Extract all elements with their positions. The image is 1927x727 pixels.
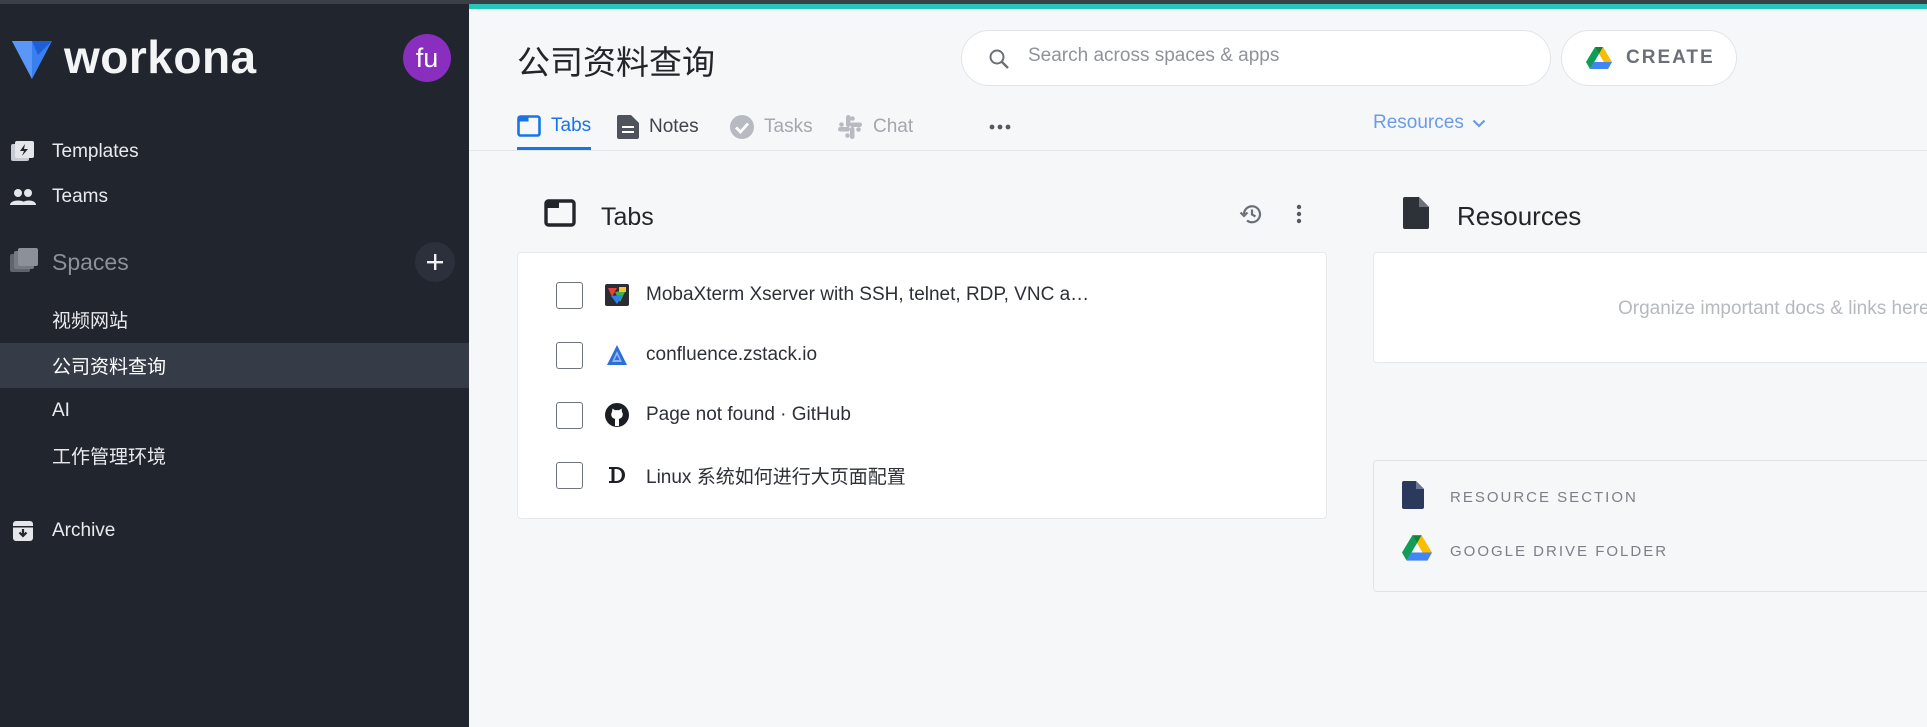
resources-dropdown-label: Resources — [1373, 112, 1464, 133]
sidebar-item-label: Templates — [52, 140, 139, 162]
tab-row[interactable]: Linux 系统如何进行大页面配置 — [518, 445, 1328, 505]
tab-tasks[interactable]: Tasks — [730, 104, 813, 150]
tab-title: MobaXterm Xserver with SSH, telnet, RDP,… — [646, 284, 1090, 305]
space-item[interactable]: 视频网站 — [0, 297, 469, 342]
document-icon — [1402, 480, 1424, 514]
space-item-active[interactable]: 公司资料查询 — [0, 343, 469, 388]
space-item-label: 公司资料查询 — [52, 357, 167, 378]
divider — [469, 150, 1927, 151]
plus-icon — [427, 254, 443, 270]
spaces-stack-icon — [10, 248, 38, 279]
d-letter-icon — [605, 463, 629, 487]
sidebar: workona fu Templates Teams Spaces 视频网站 公… — [0, 4, 469, 727]
add-space-button[interactable] — [415, 242, 455, 282]
more-vertical-icon — [1296, 204, 1302, 224]
spaces-label: Spaces — [52, 248, 129, 275]
resources-empty-text: Organize important docs & links here — [1618, 298, 1927, 319]
more-tabs-button[interactable] — [989, 104, 1011, 150]
view-tabs: Tabs Notes Tasks Chat — [517, 104, 1011, 150]
github-icon — [605, 403, 629, 427]
note-document-icon — [617, 115, 639, 139]
tab-checkbox[interactable] — [556, 461, 583, 489]
brand-name: workona — [64, 31, 257, 83]
sidebar-item-label: Archive — [52, 519, 116, 541]
page-title: 公司资料查询 — [517, 44, 715, 81]
tabs-list: MobaXterm Xserver with SSH, telnet, RDP,… — [517, 252, 1327, 519]
brand[interactable]: workona — [8, 30, 257, 84]
accent-bar — [469, 4, 1927, 9]
google-drive-icon — [1402, 535, 1432, 567]
tab-checkbox[interactable] — [556, 341, 583, 369]
mobaxterm-icon — [605, 283, 629, 307]
add-option-label: RESOURCE SECTION — [1450, 488, 1638, 506]
space-item-label: 视频网站 — [52, 311, 129, 332]
resources-empty-card: Organize important docs & links here — [1373, 252, 1927, 363]
people-icon — [10, 184, 36, 210]
resources-add-options: RESOURCE SECTION GOOGLE DRIVE FOLDER — [1373, 460, 1927, 592]
sidebar-item-label: Teams — [52, 185, 108, 207]
space-item-label: 工作管理环境 — [52, 447, 167, 468]
slack-icon — [837, 114, 863, 140]
tab-row[interactable]: MobaXterm Xserver with SSH, telnet, RDP,… — [518, 265, 1328, 325]
tab-checkbox[interactable] — [556, 401, 583, 429]
checkmark-circle-icon — [730, 115, 754, 139]
tabs-panel-title: Tabs — [601, 203, 654, 231]
create-label: CREATE — [1626, 47, 1715, 68]
space-item[interactable]: AI — [0, 388, 469, 433]
document-icon — [1403, 197, 1429, 234]
tab-title: confluence.zstack.io — [646, 344, 818, 365]
google-drive-icon — [1586, 47, 1612, 75]
add-option-label: GOOGLE DRIVE FOLDER — [1450, 542, 1669, 560]
space-item-label: AI — [52, 399, 70, 421]
browser-window-icon — [544, 199, 576, 227]
sidebar-item-templates[interactable]: Templates — [0, 129, 469, 174]
add-google-drive-folder-button[interactable]: GOOGLE DRIVE FOLDER — [1374, 531, 1927, 571]
tab-chat[interactable]: Chat — [837, 104, 913, 150]
tab-row[interactable]: Page not found · GitHub — [518, 385, 1328, 445]
avatar[interactable]: fu — [403, 34, 451, 82]
add-resource-section-button[interactable]: RESOURCE SECTION — [1374, 477, 1927, 517]
tab-label: Tabs — [551, 114, 592, 136]
template-icon — [10, 139, 36, 165]
confluence-icon — [605, 343, 629, 367]
space-item[interactable]: 工作管理环境 — [0, 433, 469, 478]
more-horizontal-icon — [989, 124, 1011, 130]
tab-label: Tasks — [764, 116, 813, 137]
tab-label: Notes — [649, 116, 699, 137]
tabs-panel-menu-button[interactable] — [1287, 202, 1311, 231]
main-content: 公司资料查询 CREATE Tabs Notes Ta — [469, 4, 1927, 727]
tab-label: Chat — [873, 116, 914, 137]
tabs-panel-icon-wrap — [544, 199, 576, 227]
create-button[interactable]: CREATE — [1561, 30, 1737, 86]
spaces-header: Spaces — [0, 242, 469, 282]
resources-dropdown[interactable]: Resources — [1373, 112, 1486, 134]
history-icon — [1239, 205, 1262, 224]
search-input[interactable] — [1028, 45, 1528, 67]
tab-title: Linux 系统如何进行大页面配置 — [646, 466, 906, 488]
search-box[interactable] — [961, 30, 1551, 86]
browser-window-icon — [517, 114, 541, 137]
sidebar-item-teams[interactable]: Teams — [0, 174, 469, 219]
history-button[interactable] — [1239, 202, 1263, 231]
archive-icon — [10, 518, 36, 544]
search-icon — [988, 48, 1010, 75]
tab-title: Page not found · GitHub — [646, 404, 851, 425]
workona-logo-icon — [12, 41, 52, 79]
chevron-down-icon — [1472, 119, 1486, 128]
resources-panel-title: Resources — [1457, 201, 1582, 231]
tab-checkbox[interactable] — [556, 281, 583, 309]
sidebar-item-archive[interactable]: Archive — [0, 508, 469, 553]
tab-notes[interactable]: Notes — [617, 104, 699, 150]
tab-tabs[interactable]: Tabs — [517, 104, 592, 150]
tab-row[interactable]: confluence.zstack.io — [518, 325, 1328, 385]
